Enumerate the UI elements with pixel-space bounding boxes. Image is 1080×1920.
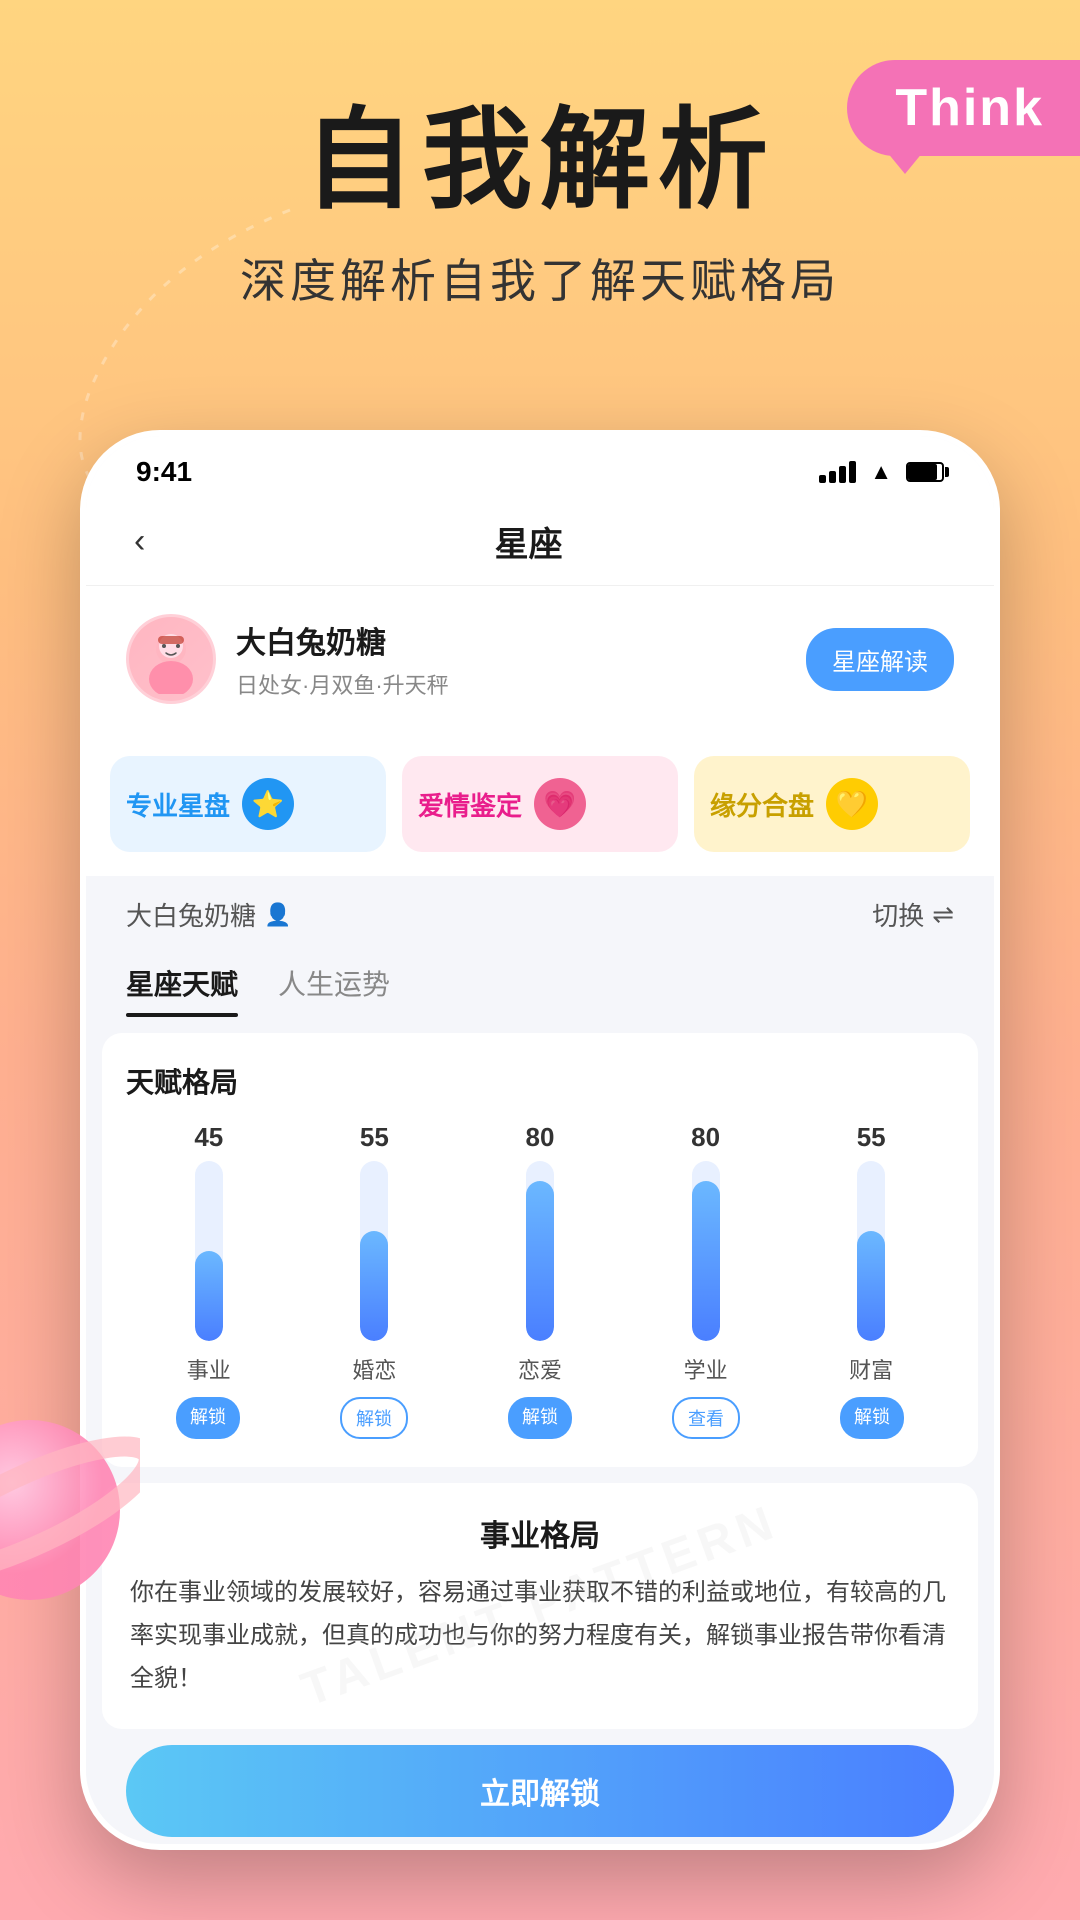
- tab-life-fortune[interactable]: 人生运势: [278, 963, 390, 1017]
- cat-label-professional: 专业星盘: [126, 786, 230, 823]
- bar-label-career: 事业: [169, 1353, 249, 1385]
- unlock-marriage-button[interactable]: 解锁: [340, 1397, 408, 1439]
- user-row: 大白兔奶糖 👤 切换 ⇌: [86, 876, 994, 953]
- battery-icon: [906, 462, 944, 482]
- phone-mockup: 9:41 ▲ ‹ 星座: [80, 430, 1000, 1920]
- profile-section: 大白兔奶糖 日处女·月双鱼·升天秤 星座解读: [86, 586, 994, 732]
- wifi-icon: ▲: [870, 459, 892, 485]
- bar-marriage: 55: [334, 1122, 414, 1341]
- cat-label-love: 爱情鉴定: [418, 786, 522, 823]
- switch-icon: ⇌: [932, 899, 954, 930]
- bar-label-romance: 恋爱: [500, 1353, 580, 1385]
- status-bar: 9:41 ▲: [86, 436, 994, 498]
- hero-section: 自我解析 深度解析自我了解天赋格局: [0, 100, 1080, 311]
- profile-zodiac: 日处女·月双鱼·升天秤: [236, 668, 449, 700]
- avatar: [126, 614, 216, 704]
- cat-card-destiny[interactable]: 缘分合盘 💛: [694, 756, 970, 852]
- nav-bar: ‹ 星座: [86, 498, 994, 586]
- switch-button[interactable]: 切换 ⇌: [872, 896, 954, 933]
- back-button[interactable]: ‹: [126, 514, 153, 569]
- user-row-name: 大白兔奶糖 👤: [126, 896, 291, 933]
- view-study-button[interactable]: 查看: [672, 1397, 740, 1439]
- profile-info: 大白兔奶糖 日处女·月双鱼·升天秤: [236, 618, 449, 700]
- bar-study: 80: [666, 1122, 746, 1341]
- nav-title: 星座: [153, 517, 904, 566]
- cat-card-love[interactable]: 爱情鉴定 💗: [402, 756, 678, 852]
- signal-icon: [819, 461, 856, 483]
- user-icon: 👤: [264, 902, 291, 928]
- bars-container: 45 55: [126, 1121, 954, 1341]
- cat-card-professional[interactable]: 专业星盘 ⭐: [110, 756, 386, 852]
- hero-subtitle: 深度解析自我了解天赋格局: [0, 245, 1080, 311]
- career-section: 事业格局 TALENT PATTERN 你在事业领域的发展较好，容易通过事业获取…: [102, 1483, 978, 1729]
- category-row: 专业星盘 ⭐ 爱情鉴定 💗 缘分合盘 💛: [86, 732, 994, 876]
- career-title: 事业格局: [130, 1511, 950, 1555]
- cat-icon-love: 💗: [534, 778, 586, 830]
- unlock-career-button[interactable]: 解锁: [176, 1397, 240, 1439]
- bar-romance: 80: [500, 1122, 580, 1341]
- chart-section: 天赋格局 45 55: [102, 1033, 978, 1467]
- zodiac-read-button[interactable]: 星座解读: [806, 628, 954, 691]
- bar-wealth: 55: [831, 1122, 911, 1341]
- hero-title: 自我解析: [0, 100, 1080, 221]
- profile-name: 大白兔奶糖: [236, 618, 449, 662]
- bar-label-wealth: 财富: [831, 1353, 911, 1385]
- bar-label-marriage: 婚恋: [334, 1353, 414, 1385]
- profile-left: 大白兔奶糖 日处女·月双鱼·升天秤: [126, 614, 449, 704]
- bar-label-study: 学业: [666, 1353, 746, 1385]
- bar-career: 45: [169, 1122, 249, 1341]
- unlock-romance-button[interactable]: 解锁: [508, 1397, 572, 1439]
- cat-icon-destiny: 💛: [826, 778, 878, 830]
- cat-icon-professional: ⭐: [242, 778, 294, 830]
- unlock-wealth-button[interactable]: 解锁: [840, 1397, 904, 1439]
- tabs-row: 星座天赋 人生运势: [86, 953, 994, 1017]
- tab-zodiac-talent[interactable]: 星座天赋: [126, 963, 238, 1017]
- unlock-big-button[interactable]: 立即解锁: [126, 1745, 954, 1837]
- status-time: 9:41: [136, 456, 192, 488]
- chart-title: 天赋格局: [126, 1061, 954, 1101]
- status-icons: ▲: [819, 459, 944, 485]
- cat-label-destiny: 缘分合盘: [710, 786, 814, 823]
